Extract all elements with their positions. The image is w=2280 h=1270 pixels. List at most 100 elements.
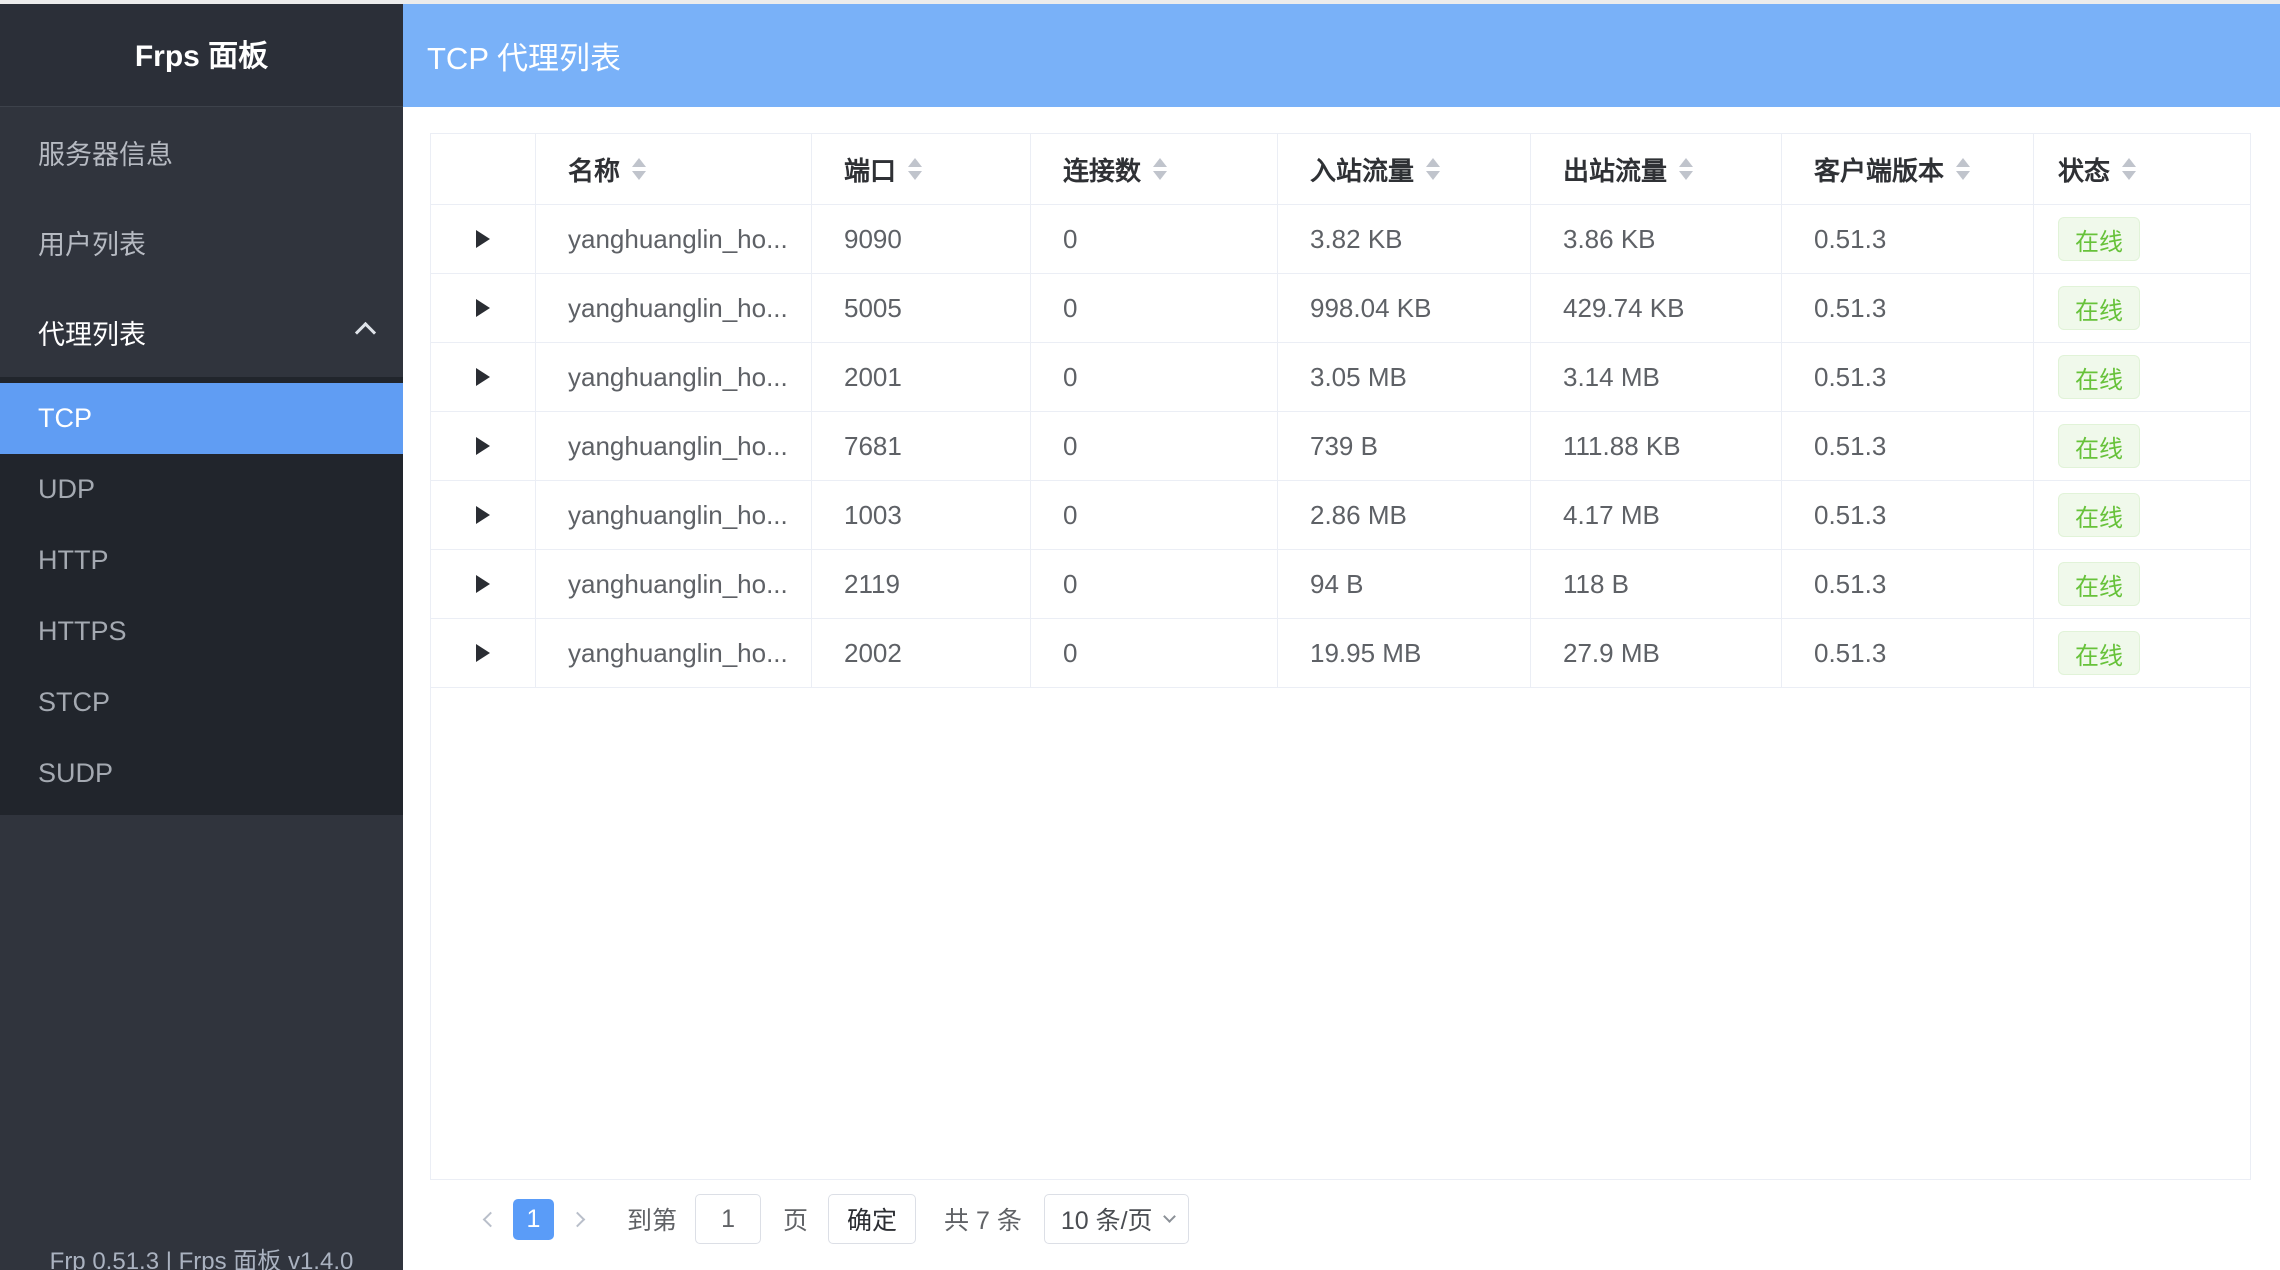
cell-status: 在线 (2034, 274, 2250, 342)
expand-row-icon[interactable] (476, 299, 490, 317)
header-cell-expand (431, 134, 536, 204)
expand-row-icon[interactable] (476, 437, 490, 455)
sidebar: Frps 面板 服务器信息 用户列表 代理列表 TCP UDP HTTP (0, 0, 403, 1270)
chevron-down-icon (1163, 1210, 1176, 1223)
cell-traffic-in: 998.04 KB (1278, 274, 1531, 342)
cell-port: 2002 (812, 619, 1031, 687)
cell-traffic-in: 19.95 MB (1278, 619, 1531, 687)
main-area: TCP 代理列表 名称 端口 连接数 (403, 0, 2280, 1270)
cell-connections: 0 (1031, 619, 1278, 687)
column-label: 连接数 (1063, 151, 1141, 188)
sidebar-item-user-list[interactable]: 用户列表 (0, 197, 403, 287)
page-size-select[interactable]: 10 条/页 (1044, 1194, 1189, 1244)
page-number-button[interactable]: 1 (513, 1199, 554, 1240)
expand-row-icon[interactable] (476, 230, 490, 248)
cell-status: 在线 (2034, 550, 2250, 618)
sidebar-item-label: STCP (38, 687, 110, 718)
cell-name: yanghuanglin_ho... (536, 481, 812, 549)
sidebar-item-udp[interactable]: UDP (0, 454, 403, 525)
cell-traffic-out: 3.14 MB (1531, 343, 1782, 411)
cell-name: yanghuanglin_ho... (536, 619, 812, 687)
expand-row-icon[interactable] (476, 368, 490, 386)
cell-port: 1003 (812, 481, 1031, 549)
cell-client-version: 0.51.3 (1782, 274, 2034, 342)
header-cell-port[interactable]: 端口 (812, 134, 1031, 204)
sort-icon[interactable] (1153, 158, 1167, 180)
cell-traffic-in: 3.82 KB (1278, 205, 1531, 273)
cell-expand (431, 412, 536, 480)
total-count-label: 共 7 条 (944, 1201, 1022, 1237)
status-badge: 在线 (2058, 493, 2140, 537)
sidebar-item-sudp[interactable]: SUDP (0, 738, 403, 809)
version-footer: Frp 0.51.3 | Frps 面板 v1.4.0 (0, 1241, 403, 1270)
header-cell-traffic-in[interactable]: 入站流量 (1278, 134, 1531, 204)
sidebar-item-proxy-list[interactable]: 代理列表 (0, 287, 403, 377)
cell-expand (431, 274, 536, 342)
cell-client-version: 0.51.3 (1782, 205, 2034, 273)
cell-traffic-out: 3.86 KB (1531, 205, 1782, 273)
sidebar-item-label: 代理列表 (38, 313, 358, 352)
sidebar-item-https[interactable]: HTTPS (0, 596, 403, 667)
header-cell-name[interactable]: 名称 (536, 134, 812, 204)
cell-name: yanghuanglin_ho... (536, 205, 812, 273)
page-input[interactable] (695, 1194, 761, 1244)
expand-row-icon[interactable] (476, 506, 490, 524)
cell-traffic-out: 429.74 KB (1531, 274, 1782, 342)
sort-icon[interactable] (632, 158, 646, 180)
expand-row-icon[interactable] (476, 644, 490, 662)
prev-page-button[interactable] (470, 1214, 510, 1225)
table-row: yanghuanglin_ho... 2119 0 94 B 118 B 0.5… (431, 550, 2250, 619)
sidebar-item-label: SUDP (38, 758, 113, 789)
content-area: 名称 端口 连接数 入站流量 (403, 107, 2280, 1270)
next-page-button[interactable] (557, 1214, 597, 1225)
cell-traffic-out: 111.88 KB (1531, 412, 1782, 480)
cell-status: 在线 (2034, 205, 2250, 273)
cell-status: 在线 (2034, 481, 2250, 549)
column-label: 端口 (844, 151, 896, 188)
table-row: yanghuanglin_ho... 9090 0 3.82 KB 3.86 K… (431, 205, 2250, 274)
sidebar-item-tcp[interactable]: TCP (0, 383, 403, 454)
cell-connections: 0 (1031, 481, 1278, 549)
cell-traffic-in: 94 B (1278, 550, 1531, 618)
sort-icon[interactable] (1956, 158, 1970, 180)
cell-status: 在线 (2034, 412, 2250, 480)
window-top-edge (0, 0, 2280, 4)
table-body: yanghuanglin_ho... 9090 0 3.82 KB 3.86 K… (431, 205, 2250, 688)
status-badge: 在线 (2058, 355, 2140, 399)
cell-expand (431, 619, 536, 687)
cell-name: yanghuanglin_ho... (536, 412, 812, 480)
cell-connections: 0 (1031, 412, 1278, 480)
header-cell-client-version[interactable]: 客户端版本 (1782, 134, 2034, 204)
table-row: yanghuanglin_ho... 7681 0 739 B 111.88 K… (431, 412, 2250, 481)
confirm-button[interactable]: 确定 (828, 1194, 916, 1244)
sidebar-item-label: HTTPS (38, 616, 127, 647)
page-title: TCP 代理列表 (427, 33, 621, 78)
table-row: yanghuanglin_ho... 1003 0 2.86 MB 4.17 M… (431, 481, 2250, 550)
sort-icon[interactable] (1679, 158, 1693, 180)
cell-traffic-in: 739 B (1278, 412, 1531, 480)
column-label: 名称 (568, 151, 620, 188)
cell-traffic-in: 2.86 MB (1278, 481, 1531, 549)
status-badge: 在线 (2058, 217, 2140, 261)
sort-icon[interactable] (1426, 158, 1440, 180)
cell-status: 在线 (2034, 619, 2250, 687)
sort-icon[interactable] (2122, 158, 2136, 180)
sidebar-item-stcp[interactable]: STCP (0, 667, 403, 738)
cell-client-version: 0.51.3 (1782, 343, 2034, 411)
header-cell-connections[interactable]: 连接数 (1031, 134, 1278, 204)
sort-icon[interactable] (908, 158, 922, 180)
sidebar-item-http[interactable]: HTTP (0, 525, 403, 596)
cell-traffic-out: 27.9 MB (1531, 619, 1782, 687)
sidebar-item-label: TCP (38, 403, 92, 434)
cell-port: 2001 (812, 343, 1031, 411)
column-label: 客户端版本 (1814, 151, 1944, 188)
header-cell-traffic-out[interactable]: 出站流量 (1531, 134, 1782, 204)
cell-name: yanghuanglin_ho... (536, 550, 812, 618)
cell-client-version: 0.51.3 (1782, 412, 2034, 480)
sidebar-item-server-info[interactable]: 服务器信息 (0, 107, 403, 197)
cell-connections: 0 (1031, 274, 1278, 342)
cell-client-version: 0.51.3 (1782, 550, 2034, 618)
header-cell-status[interactable]: 状态 (2034, 134, 2250, 204)
goto-label: 到第 (627, 1201, 677, 1237)
expand-row-icon[interactable] (476, 575, 490, 593)
